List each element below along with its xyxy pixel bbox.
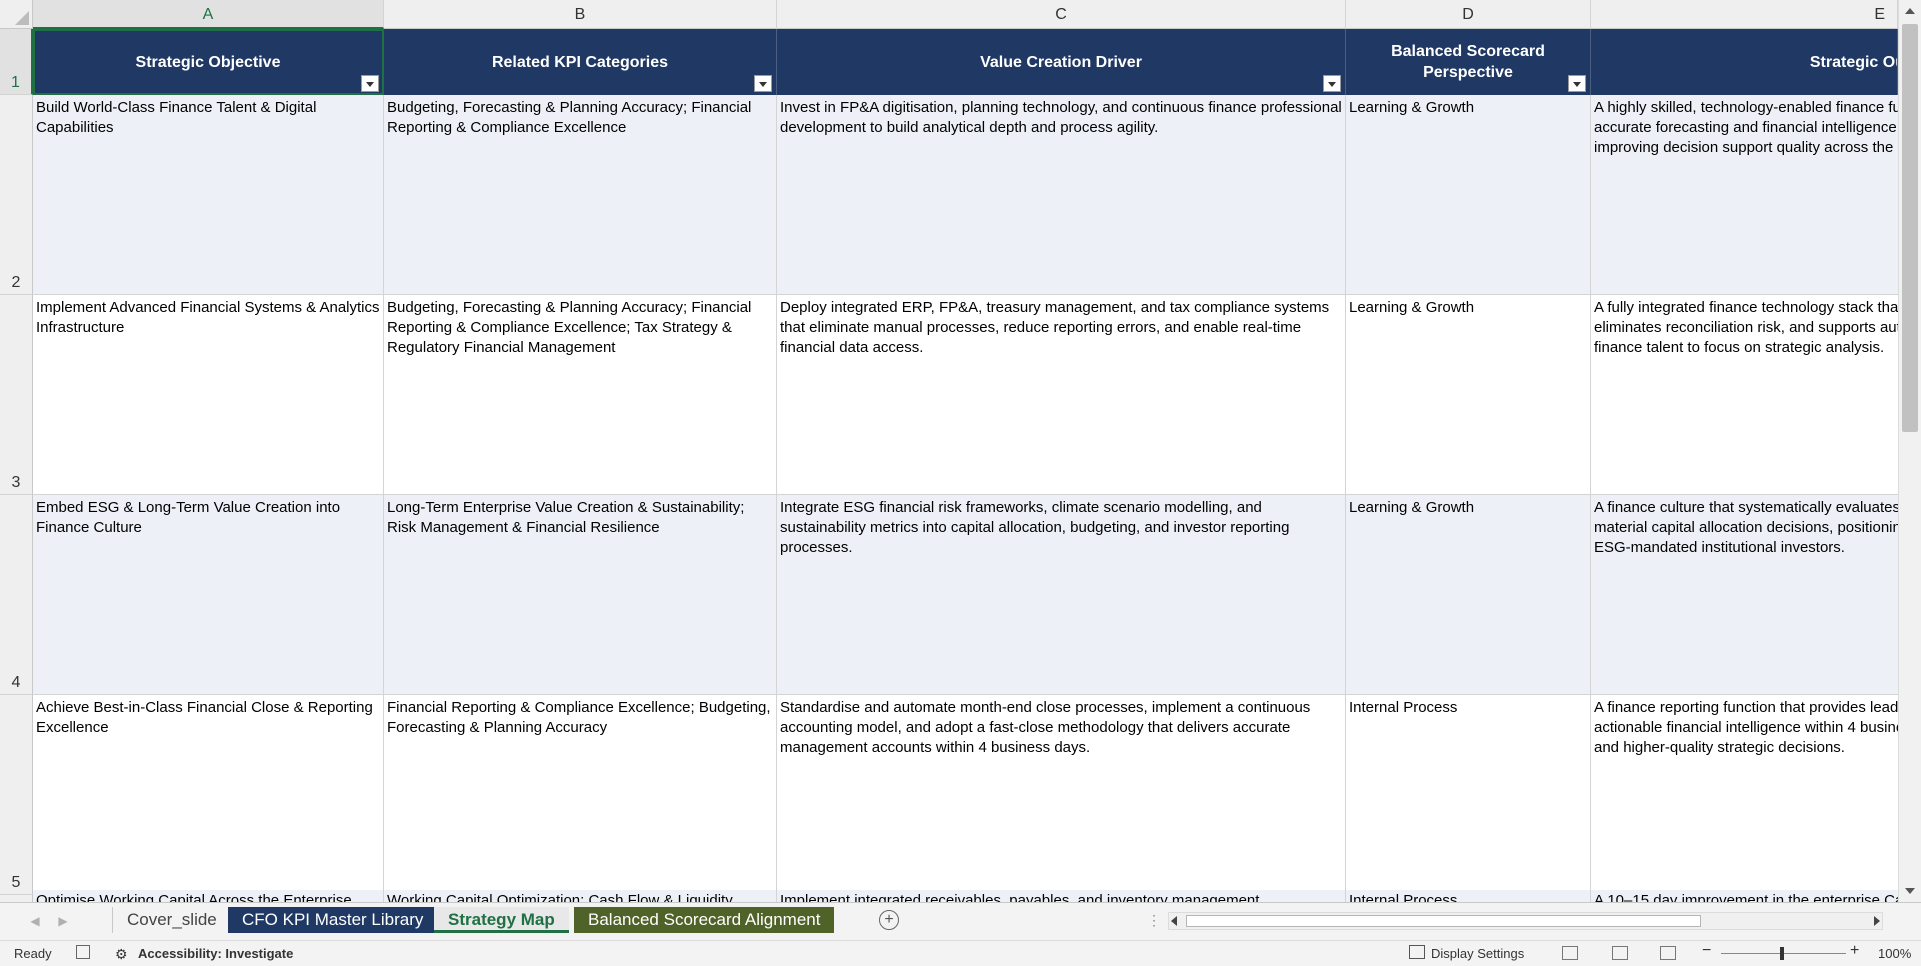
scroll-up-icon[interactable]	[1899, 0, 1921, 22]
column-header-b[interactable]: B	[384, 0, 777, 29]
filter-dropdown-icon[interactable]	[361, 75, 379, 92]
strategic-outcome-cell[interactable]: A fully integrated finance technology st…	[1591, 295, 1921, 495]
add-sheet-icon[interactable]: +	[879, 910, 899, 930]
row-header-5[interactable]: 5	[0, 695, 33, 895]
column-header-a[interactable]: A	[33, 0, 384, 29]
accessibility-icon[interactable]: ⚙	[115, 946, 128, 963]
filter-dropdown-icon[interactable]	[754, 75, 772, 92]
header-strategic-objective[interactable]: Strategic Objective	[33, 29, 384, 95]
zoom-in-icon[interactable]: +	[1850, 942, 1859, 960]
column-header-e[interactable]: E	[1591, 0, 1898, 29]
zoom-slider-knob[interactable]	[1780, 947, 1784, 960]
header-balanced-scorecard-perspective[interactable]: Balanced Scorecard Perspective	[1346, 29, 1591, 95]
tab-strategy-map[interactable]: Strategy Map	[434, 907, 569, 933]
strategic-outcome-cell[interactable]: A finance reporting function that provid…	[1591, 695, 1921, 895]
zoom-out-icon[interactable]: −	[1702, 942, 1711, 960]
header-related-kpi-categories[interactable]: Related KPI Categories	[384, 29, 777, 95]
accessibility-status[interactable]: Accessibility: Investigate	[138, 946, 293, 961]
row-header-1[interactable]: 1	[0, 29, 33, 95]
value-driver-cell[interactable]: Implement integrated receivables, payabl…	[777, 890, 1346, 902]
kpi-categories-cell[interactable]: Financial Reporting & Compliance Excelle…	[384, 695, 777, 895]
row-header-2[interactable]: 2	[0, 95, 33, 295]
more-options-icon[interactable]: ⋮	[1147, 912, 1161, 929]
kpi-categories-cell[interactable]: Budgeting, Forecasting & Planning Accura…	[384, 95, 777, 295]
header-strategic-outcome[interactable]: Strategic Ou	[1591, 29, 1898, 95]
page-break-view-icon[interactable]	[1660, 946, 1676, 960]
perspective-cell[interactable]: Learning & Growth	[1346, 495, 1591, 695]
scroll-down-icon[interactable]	[1899, 880, 1921, 902]
tab-cover-slide[interactable]: Cover_slide	[112, 907, 232, 933]
value-driver-cell[interactable]: Deploy integrated ERP, FP&A, treasury ma…	[777, 295, 1346, 495]
strategic-outcome-cell[interactable]: A 10–15 day improvement in the enterpris…	[1591, 890, 1921, 902]
macro-record-icon[interactable]	[76, 945, 90, 959]
next-sheet-icon[interactable]: ▶	[56, 913, 70, 929]
header-value-creation-driver[interactable]: Value Creation Driver	[777, 29, 1346, 95]
row-header-6[interactable]	[0, 895, 33, 902]
value-driver-cell[interactable]: Integrate ESG financial risk frameworks,…	[777, 495, 1346, 695]
status-ready: Ready	[14, 946, 52, 961]
filter-dropdown-icon[interactable]	[1323, 75, 1341, 92]
column-header-c[interactable]: C	[777, 0, 1346, 29]
vertical-scroll-thumb[interactable]	[1902, 24, 1918, 432]
perspective-cell[interactable]: Learning & Growth	[1346, 295, 1591, 495]
value-driver-cell[interactable]: Standardise and automate month-end close…	[777, 695, 1346, 895]
vertical-scrollbar[interactable]	[1898, 0, 1921, 902]
perspective-cell[interactable]: Internal Process	[1346, 695, 1591, 895]
tab-balanced-scorecard-alignment[interactable]: Balanced Scorecard Alignment	[574, 907, 835, 933]
kpi-categories-cell[interactable]: Budgeting, Forecasting & Planning Accura…	[384, 295, 777, 495]
strategic-objective-cell[interactable]: Implement Advanced Financial Systems & A…	[33, 295, 384, 495]
perspective-cell[interactable]: Learning & Growth	[1346, 95, 1591, 295]
prev-sheet-icon[interactable]: ◀	[28, 913, 42, 929]
header-label: Value Creation Driver	[980, 53, 1142, 71]
strategic-objective-cell[interactable]: Build World-Class Finance Talent & Digit…	[33, 95, 384, 295]
horizontal-scrollbar[interactable]	[1168, 912, 1883, 930]
strategic-objective-cell[interactable]: Achieve Best-in-Class Financial Close & …	[33, 695, 384, 895]
filter-dropdown-icon[interactable]	[1568, 75, 1586, 92]
column-header-d[interactable]: D	[1346, 0, 1591, 29]
kpi-categories-cell[interactable]: Working Capital Optimization; Cash Flow …	[384, 890, 777, 902]
strategic-objective-cell[interactable]: Embed ESG & Long-Term Value Creation int…	[33, 495, 384, 695]
display-settings-icon[interactable]	[1409, 945, 1425, 959]
status-bar: Ready ⚙ Accessibility: Investigate Displ…	[0, 940, 1921, 966]
zoom-level[interactable]: 100%	[1878, 946, 1911, 961]
header-label: Balanced Scorecard Perspective	[1391, 43, 1545, 81]
header-label: Strategic Ou	[1809, 53, 1898, 71]
page-layout-view-icon[interactable]	[1612, 946, 1628, 960]
row-header-4[interactable]: 4	[0, 495, 33, 695]
strategic-objective-cell[interactable]: Optimise Working Capital Across the Ente…	[33, 890, 384, 902]
value-driver-cell[interactable]: Invest in FP&A digitisation, planning te…	[777, 95, 1346, 295]
display-settings-button[interactable]: Display Settings	[1431, 946, 1524, 961]
header-label: Related KPI Categories	[491, 53, 669, 71]
scroll-right-icon[interactable]	[1874, 916, 1880, 926]
strategic-outcome-cell[interactable]: A finance culture that systematically ev…	[1591, 495, 1921, 695]
strategic-outcome-cell[interactable]: A highly skilled, technology-enabled fin…	[1591, 95, 1921, 295]
header-label: Strategic Objective	[135, 53, 281, 71]
kpi-categories-cell[interactable]: Long-Term Enterprise Value Creation & Su…	[384, 495, 777, 695]
row-header-3[interactable]: 3	[0, 295, 33, 495]
worksheet-grid[interactable]: A B C D E 1 2 3 4 5 Strategic Objective …	[0, 0, 1921, 902]
select-all-corner[interactable]	[0, 0, 33, 29]
horizontal-scroll-thumb[interactable]	[1186, 915, 1701, 927]
tab-cfo-kpi-master-library[interactable]: CFO KPI Master Library	[228, 907, 438, 933]
perspective-cell[interactable]: Internal Process	[1346, 890, 1591, 902]
normal-view-icon[interactable]	[1562, 946, 1578, 960]
scroll-left-icon[interactable]	[1171, 916, 1177, 926]
